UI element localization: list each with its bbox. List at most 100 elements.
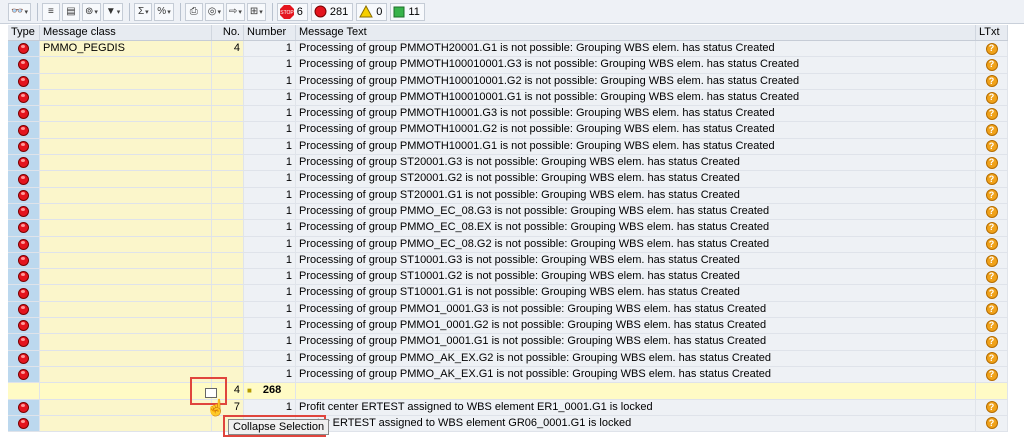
ltxt-cell[interactable]: ? xyxy=(976,318,1008,334)
table-row[interactable]: center ERTEST assigned to WBS element GR… xyxy=(8,415,1008,433)
table-row[interactable]: 1 Processing of group PMMO1_0001.G1 is no… xyxy=(8,334,1008,351)
ltxt-cell[interactable]: ? xyxy=(976,155,1008,171)
table-row[interactable]: PMMO_PEGDIS 4 1 Processing of group PMMOTH2… xyxy=(8,41,1008,58)
help-icon[interactable]: ? xyxy=(985,140,998,153)
help-icon[interactable]: ? xyxy=(985,42,998,55)
stop-counter[interactable]: STOP 6 xyxy=(276,2,308,21)
ltxt-cell[interactable]: ? xyxy=(976,73,1008,89)
ltxt-cell[interactable]: ? xyxy=(976,89,1008,106)
ltxt-cell[interactable]: ? xyxy=(976,350,1008,366)
error-icon xyxy=(18,271,29,283)
help-icon[interactable]: ? xyxy=(985,221,998,234)
table-row[interactable]: 1 Processing of group ST10001.G3 is not p… xyxy=(8,252,1008,270)
table-row[interactable]: 1 Processing of group ST20001.G2 is not p… xyxy=(8,171,1008,188)
ltxt-cell[interactable]: ? xyxy=(976,41,1008,57)
table-row[interactable]: 1 Processing of group ST20001.G1 is not p… xyxy=(8,187,1008,204)
subtotal-row[interactable]: 4 ■ 268 xyxy=(8,383,1008,400)
help-icon[interactable]: ? xyxy=(985,205,998,218)
help-icon[interactable]: ? xyxy=(985,124,998,137)
header-no[interactable]: No. xyxy=(212,25,244,40)
help-icon[interactable]: ? xyxy=(985,254,998,267)
export-icon[interactable]: ⇨ ▾ xyxy=(225,2,245,21)
grid-body: PMMO_PEGDIS 4 1 Processing of group PMMOTH2… xyxy=(8,41,1008,384)
help-icon[interactable]: ? xyxy=(985,319,998,332)
ltxt-cell[interactable]: ? xyxy=(976,399,1008,415)
ltxt-cell[interactable]: ? xyxy=(976,301,1008,318)
table-row[interactable]: 1 Processing of group PMMO_EC_08.EX is no… xyxy=(8,220,1008,237)
help-icon[interactable]: ? xyxy=(985,368,998,381)
help-icon[interactable]: ? xyxy=(985,335,998,348)
table-row[interactable]: 1 Processing of group ST20001.G3 is not p… xyxy=(8,155,1008,172)
help-icon[interactable]: ? xyxy=(985,91,998,104)
table-row[interactable]: 1 Processing of group ST10001.G2 is not p… xyxy=(8,269,1008,286)
help-icon[interactable]: ? xyxy=(985,156,998,169)
table-row[interactable]: 1 Processing of group PMMO_EC_08.G2 is no… xyxy=(8,236,1008,253)
filter-table-icon[interactable]: ▤ xyxy=(61,2,80,21)
ltxt-cell[interactable]: ? xyxy=(976,138,1008,155)
ltxt-cell[interactable]: ? xyxy=(976,285,1008,301)
collapse-selection-icon[interactable] xyxy=(205,388,217,398)
help-icon[interactable]: ? xyxy=(985,270,998,283)
help-icon[interactable]: ? xyxy=(985,401,998,414)
help-icon[interactable]: ? xyxy=(985,352,998,365)
help-icon[interactable]: ? xyxy=(985,58,998,71)
table-row[interactable]: 1 Processing of group PMMOTH100010001.G1 … xyxy=(8,89,1008,107)
table-row[interactable]: 1 Processing of group PMMO1_0001.G3 is no… xyxy=(8,301,1008,319)
table-row[interactable]: 1 Processing of group PMMO_AK_EX.G1 is no… xyxy=(8,366,1008,384)
error-count: 281 xyxy=(329,5,349,18)
ltxt-cell[interactable]: ? xyxy=(976,252,1008,269)
ltxt-cell[interactable]: ? xyxy=(976,171,1008,187)
table-row[interactable]: 1 Processing of group PMMOTH10001.G3 is n… xyxy=(8,106,1008,123)
filter-icon[interactable]: ▼ ▾ xyxy=(102,2,124,21)
type-cell xyxy=(8,366,40,383)
ltxt-cell[interactable]: ? xyxy=(976,122,1008,138)
align-left-icon[interactable]: ≡ xyxy=(41,2,60,21)
ltxt-cell[interactable]: ? xyxy=(976,334,1008,350)
header-message-text[interactable]: Message Text xyxy=(296,25,976,40)
view-icon[interactable]: ◎ ▾ xyxy=(204,2,224,21)
table-row[interactable]: 1 Processing of group PMMOTH10001.G2 is n… xyxy=(8,122,1008,139)
help-icon[interactable]: ? xyxy=(985,287,998,300)
help-icon[interactable]: ? xyxy=(985,303,998,316)
error-icon xyxy=(18,157,29,169)
table-row[interactable]: 1 Processing of group PMMO_AK_EX.G2 is no… xyxy=(8,350,1008,367)
help-icon[interactable]: ? xyxy=(985,238,998,251)
binoculars-icon[interactable]: ⊚ ▾ xyxy=(81,2,101,21)
success-counter[interactable]: 11 xyxy=(390,2,425,21)
header-message-class[interactable]: Message class xyxy=(40,25,212,40)
ltxt-cell[interactable]: ? xyxy=(976,203,1008,220)
ltxt-cell[interactable]: ? xyxy=(976,415,1008,432)
help-icon[interactable]: ? xyxy=(985,189,998,202)
ltxt-cell[interactable]: ? xyxy=(976,220,1008,236)
ltxt-cell[interactable]: ? xyxy=(976,269,1008,285)
help-icon[interactable]: ? xyxy=(985,75,998,88)
header-number[interactable]: Number xyxy=(244,25,296,40)
table-row[interactable]: 1 Processing of group PMMOTH100010001.G2 … xyxy=(8,73,1008,90)
message-class-cell xyxy=(40,187,212,203)
ltxt-cell[interactable]: ? xyxy=(976,366,1008,383)
table-row[interactable]: 1 Processing of group PMMOTH10001.G1 is n… xyxy=(8,138,1008,156)
error-counter[interactable]: 281 xyxy=(310,2,354,21)
table-row[interactable]: 1 Processing of group PMMOTH100010001.G3 … xyxy=(8,57,1008,74)
warning-counter[interactable]: 0 xyxy=(356,2,388,21)
help-icon[interactable]: ? xyxy=(985,107,998,120)
header-ltxt[interactable]: LTxt xyxy=(976,25,1008,40)
type-cell xyxy=(8,171,40,187)
table-row[interactable]: 1 Processing of group PMMO_EC_08.G3 is no… xyxy=(8,203,1008,221)
print-icon[interactable]: ⎙ xyxy=(184,2,203,21)
ltxt-cell[interactable]: ? xyxy=(976,57,1008,73)
table-row[interactable]: 1 Processing of group PMMO1_0001.G2 is no… xyxy=(8,318,1008,335)
help-icon[interactable]: ? xyxy=(985,173,998,186)
ltxt-cell[interactable]: ? xyxy=(976,187,1008,203)
ltxt-cell[interactable]: ? xyxy=(976,106,1008,122)
glasses-icon[interactable]: 👓 ▾ xyxy=(8,2,31,21)
layout-icon[interactable]: ⊞ ▾ xyxy=(246,2,266,21)
table-row[interactable]: 7 1 Profit center ERTEST assigned to WBS e… xyxy=(8,399,1008,416)
ltxt-cell[interactable]: ? xyxy=(976,236,1008,252)
subtotal-icon[interactable]: % ▾ xyxy=(154,2,174,21)
help-icon[interactable]: ? xyxy=(985,417,998,430)
table-row[interactable]: 1 Processing of group ST10001.G1 is not p… xyxy=(8,285,1008,302)
header-type[interactable]: Type xyxy=(8,25,40,40)
message-text-cell: Processing of group PMMOTH100010001.G2 i… xyxy=(296,73,976,89)
sum-icon[interactable]: Σ ▾ xyxy=(134,2,153,21)
